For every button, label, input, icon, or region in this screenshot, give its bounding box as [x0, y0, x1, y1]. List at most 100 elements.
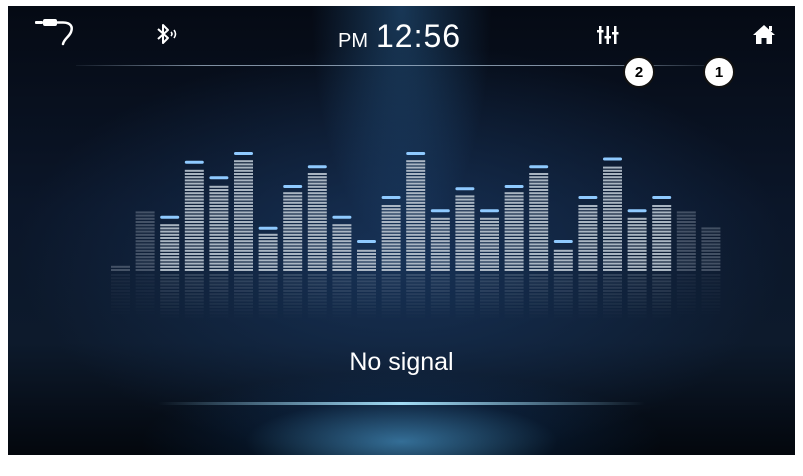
- eq-bar-reflection: [701, 274, 721, 276]
- eq-bar-segment: [209, 253, 229, 255]
- eq-bar-segment: [455, 201, 475, 204]
- eq-bar-segment: [627, 249, 647, 252]
- eq-bar-segment: [307, 262, 327, 265]
- eq-peak-marker: [307, 165, 327, 169]
- eq-bar-segment: [652, 230, 672, 233]
- eq-bar-reflection: [283, 302, 303, 305]
- eq-bar-segment: [160, 265, 180, 268]
- eq-bar-segment: [283, 224, 303, 227]
- eq-bar-segment: [701, 253, 721, 255]
- eq-bar-reflection: [258, 274, 278, 276]
- eq-bar-reflection: [258, 306, 278, 308]
- eq-bar-segment: [234, 198, 253, 201]
- eq-bar-reflection: [332, 316, 351, 318]
- eq-bar-segment: [652, 221, 672, 223]
- eq-bar-reflection: [701, 300, 720, 302]
- eq-bar-reflection: [160, 280, 180, 283]
- eq-bar-reflection: [480, 280, 499, 283]
- eq-bar-reflection: [381, 283, 401, 286]
- eq-bar-reflection: [357, 299, 376, 302]
- eq-bar-segment: [430, 265, 450, 268]
- eq-bar-segment: [258, 246, 278, 249]
- eq-bar-segment: [209, 256, 229, 259]
- eq-bar-segment: [406, 179, 426, 182]
- eq-bar: [553, 240, 573, 312]
- eq-bar-reflection: [504, 306, 524, 308]
- eq-bar: [578, 196, 598, 312]
- eq-bar-reflection: [406, 290, 426, 292]
- eq-bar-segment: [381, 265, 401, 268]
- eq-bar-segment: [184, 227, 204, 230]
- eq-bar-reflection: [381, 290, 401, 292]
- eq-bar-segment: [234, 227, 253, 230]
- eq-bar-segment: [234, 166, 253, 169]
- eq-bar-reflection: [234, 306, 253, 308]
- eq-bar-reflection: [430, 280, 450, 283]
- eq-bar-reflection: [430, 302, 450, 305]
- eq-bar-segment: [135, 240, 155, 243]
- eq-bar-reflection: [430, 283, 450, 286]
- eq-bar-segment: [184, 237, 204, 239]
- eq-bar-reflection: [111, 300, 130, 302]
- eq-bar-reflection: [332, 277, 352, 280]
- eq-bar-segment: [307, 246, 327, 249]
- eq-bar-segment: [381, 205, 401, 207]
- eq-bar-segment: [603, 230, 622, 233]
- eq-bar-segment: [381, 253, 401, 255]
- eq-bar-segment: [307, 179, 327, 182]
- eq-bar-reflection: [578, 302, 598, 305]
- eq-bar-segment: [381, 214, 401, 217]
- eq-bar-segment: [652, 224, 672, 227]
- eq-bar-reflection: [136, 312, 155, 314]
- eq-bar-segment: [529, 189, 549, 191]
- eq-peak-marker: [258, 226, 278, 230]
- eq-bar: [381, 196, 401, 312]
- eq-bar-segment: [234, 179, 253, 182]
- eq-bar-reflection: [480, 274, 499, 276]
- eq-bar-segment: [480, 256, 499, 259]
- callout-equalizer: 2: [623, 56, 655, 88]
- eq-bar-reflection: [480, 312, 499, 314]
- eq-bar-reflection: [234, 280, 253, 283]
- eq-bar-segment: [184, 253, 204, 255]
- eq-bar-segment: [135, 230, 155, 233]
- eq-bar-segment: [455, 230, 475, 233]
- eq-bar-segment: [529, 230, 549, 233]
- eq-bar-reflection: [603, 299, 622, 302]
- eq-bar-segment: [406, 243, 426, 246]
- eq-bar-segment: [135, 217, 155, 220]
- eq-bar-segment: [553, 269, 573, 271]
- eq-bar-reflection: [357, 309, 376, 312]
- eq-bar-segment: [332, 227, 352, 230]
- eq-bar-segment: [455, 208, 475, 211]
- eq-bar-reflection: [185, 312, 204, 314]
- eq-bar-reflection: [111, 296, 130, 298]
- eq-bar-reflection: [307, 277, 327, 280]
- eq-bar-segment: [234, 208, 253, 211]
- eq-bar-segment: [209, 262, 229, 265]
- eq-bar-segment: [234, 185, 253, 188]
- eq-bar-reflection: [627, 309, 647, 312]
- eq-bar-segment: [283, 240, 303, 243]
- eq-bar-segment: [258, 240, 278, 243]
- eq-bar-segment: [578, 233, 598, 236]
- eq-bar-segment: [553, 265, 573, 268]
- eq-bar-segment: [529, 198, 549, 201]
- eq-bar-reflection: [136, 300, 155, 302]
- eq-bar-reflection: [135, 277, 155, 280]
- eq-bar-segment: [307, 211, 327, 214]
- eq-bar-reflection: [259, 316, 278, 318]
- eq-bar-reflection: [529, 306, 549, 308]
- radio-screen: PM 12:56 No signal: [8, 6, 795, 455]
- eq-bar-segment: [603, 214, 622, 217]
- eq-bar-reflection: [184, 290, 204, 292]
- eq-bar-segment: [480, 233, 499, 236]
- eq-bar-reflection: [529, 283, 549, 286]
- eq-bar-segment: [529, 201, 549, 204]
- eq-bar-segment: [160, 243, 180, 246]
- eq-bar-segment: [381, 269, 401, 271]
- eq-bar-segment: [332, 240, 352, 243]
- eq-bar-reflection: [455, 306, 475, 308]
- eq-bar-segment: [332, 246, 352, 249]
- eq-bar-segment: [603, 256, 622, 259]
